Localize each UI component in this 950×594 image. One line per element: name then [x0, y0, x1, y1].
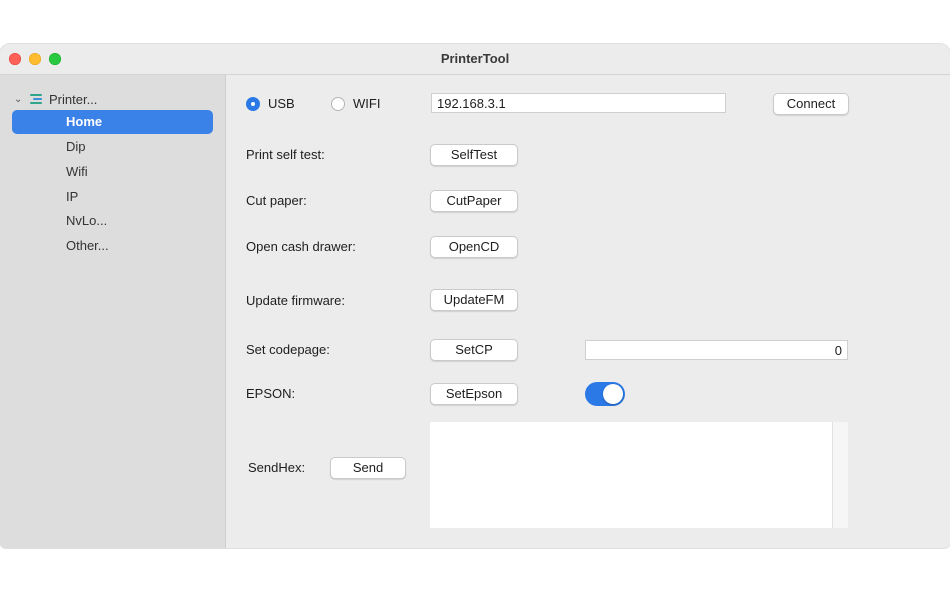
- usb-radio-label: USB: [268, 96, 295, 111]
- chevron-down-icon[interactable]: ⌄: [14, 94, 26, 105]
- usb-radio-indicator[interactable]: [246, 96, 260, 111]
- sidebar-item-other[interactable]: Other...: [12, 234, 213, 258]
- send-hex-label: SendHex:: [248, 460, 306, 475]
- wifi-radio-label: WIFI: [353, 96, 381, 111]
- wifi-radio[interactable]: WIFI: [331, 96, 380, 111]
- sidebar-item-nvlogo[interactable]: NvLo...: [12, 209, 213, 233]
- self-test-label: Print self test:: [246, 147, 325, 162]
- list-icon: [30, 93, 42, 105]
- cut-paper-label: Cut paper:: [246, 193, 307, 208]
- cash-drawer-label: Open cash drawer:: [246, 239, 356, 254]
- ip-address-input[interactable]: [431, 93, 726, 113]
- sidebar-item-dip[interactable]: Dip: [12, 135, 213, 159]
- sidebar-item-ip[interactable]: IP: [12, 185, 213, 209]
- title-bar: PrinterTool: [0, 44, 950, 75]
- update-firmware-button[interactable]: UpdateFM: [430, 289, 518, 311]
- codepage-input[interactable]: [585, 340, 848, 360]
- cut-paper-button[interactable]: CutPaper: [430, 190, 518, 212]
- sidebar-item-home[interactable]: Home: [12, 110, 213, 134]
- self-test-button[interactable]: SelfTest: [430, 144, 518, 166]
- wifi-radio-indicator[interactable]: [331, 96, 345, 111]
- set-epson-button[interactable]: SetEpson: [430, 383, 518, 405]
- printer-tool-window: PrinterTool ⌄ Printer... Home Dip Wifi I…: [0, 44, 950, 548]
- update-firmware-label: Update firmware:: [246, 293, 345, 308]
- send-button[interactable]: Send: [330, 457, 406, 479]
- open-cash-drawer-button[interactable]: OpenCD: [430, 236, 518, 258]
- sidebar-item-wifi[interactable]: Wifi: [12, 160, 213, 184]
- hex-input-area[interactable]: [430, 422, 832, 528]
- sidebar-root-printer[interactable]: ⌄ Printer...: [14, 89, 97, 109]
- hex-scrollbar[interactable]: [832, 422, 848, 528]
- epson-label: EPSON:: [246, 386, 296, 401]
- home-panel: USB WIFI Connect Print self test: SelfTe…: [226, 75, 950, 548]
- sidebar: ⌄ Printer... Home Dip Wifi IP NvLo... Ot…: [0, 75, 226, 548]
- sidebar-root-label: Printer...: [49, 91, 98, 107]
- epson-toggle-switch[interactable]: [585, 382, 625, 406]
- set-codepage-button[interactable]: SetCP: [430, 339, 518, 361]
- connect-button[interactable]: Connect: [773, 93, 849, 115]
- set-codepage-label: Set codepage:: [246, 342, 330, 357]
- usb-radio[interactable]: USB: [246, 96, 295, 111]
- window-title: PrinterTool: [440, 51, 510, 66]
